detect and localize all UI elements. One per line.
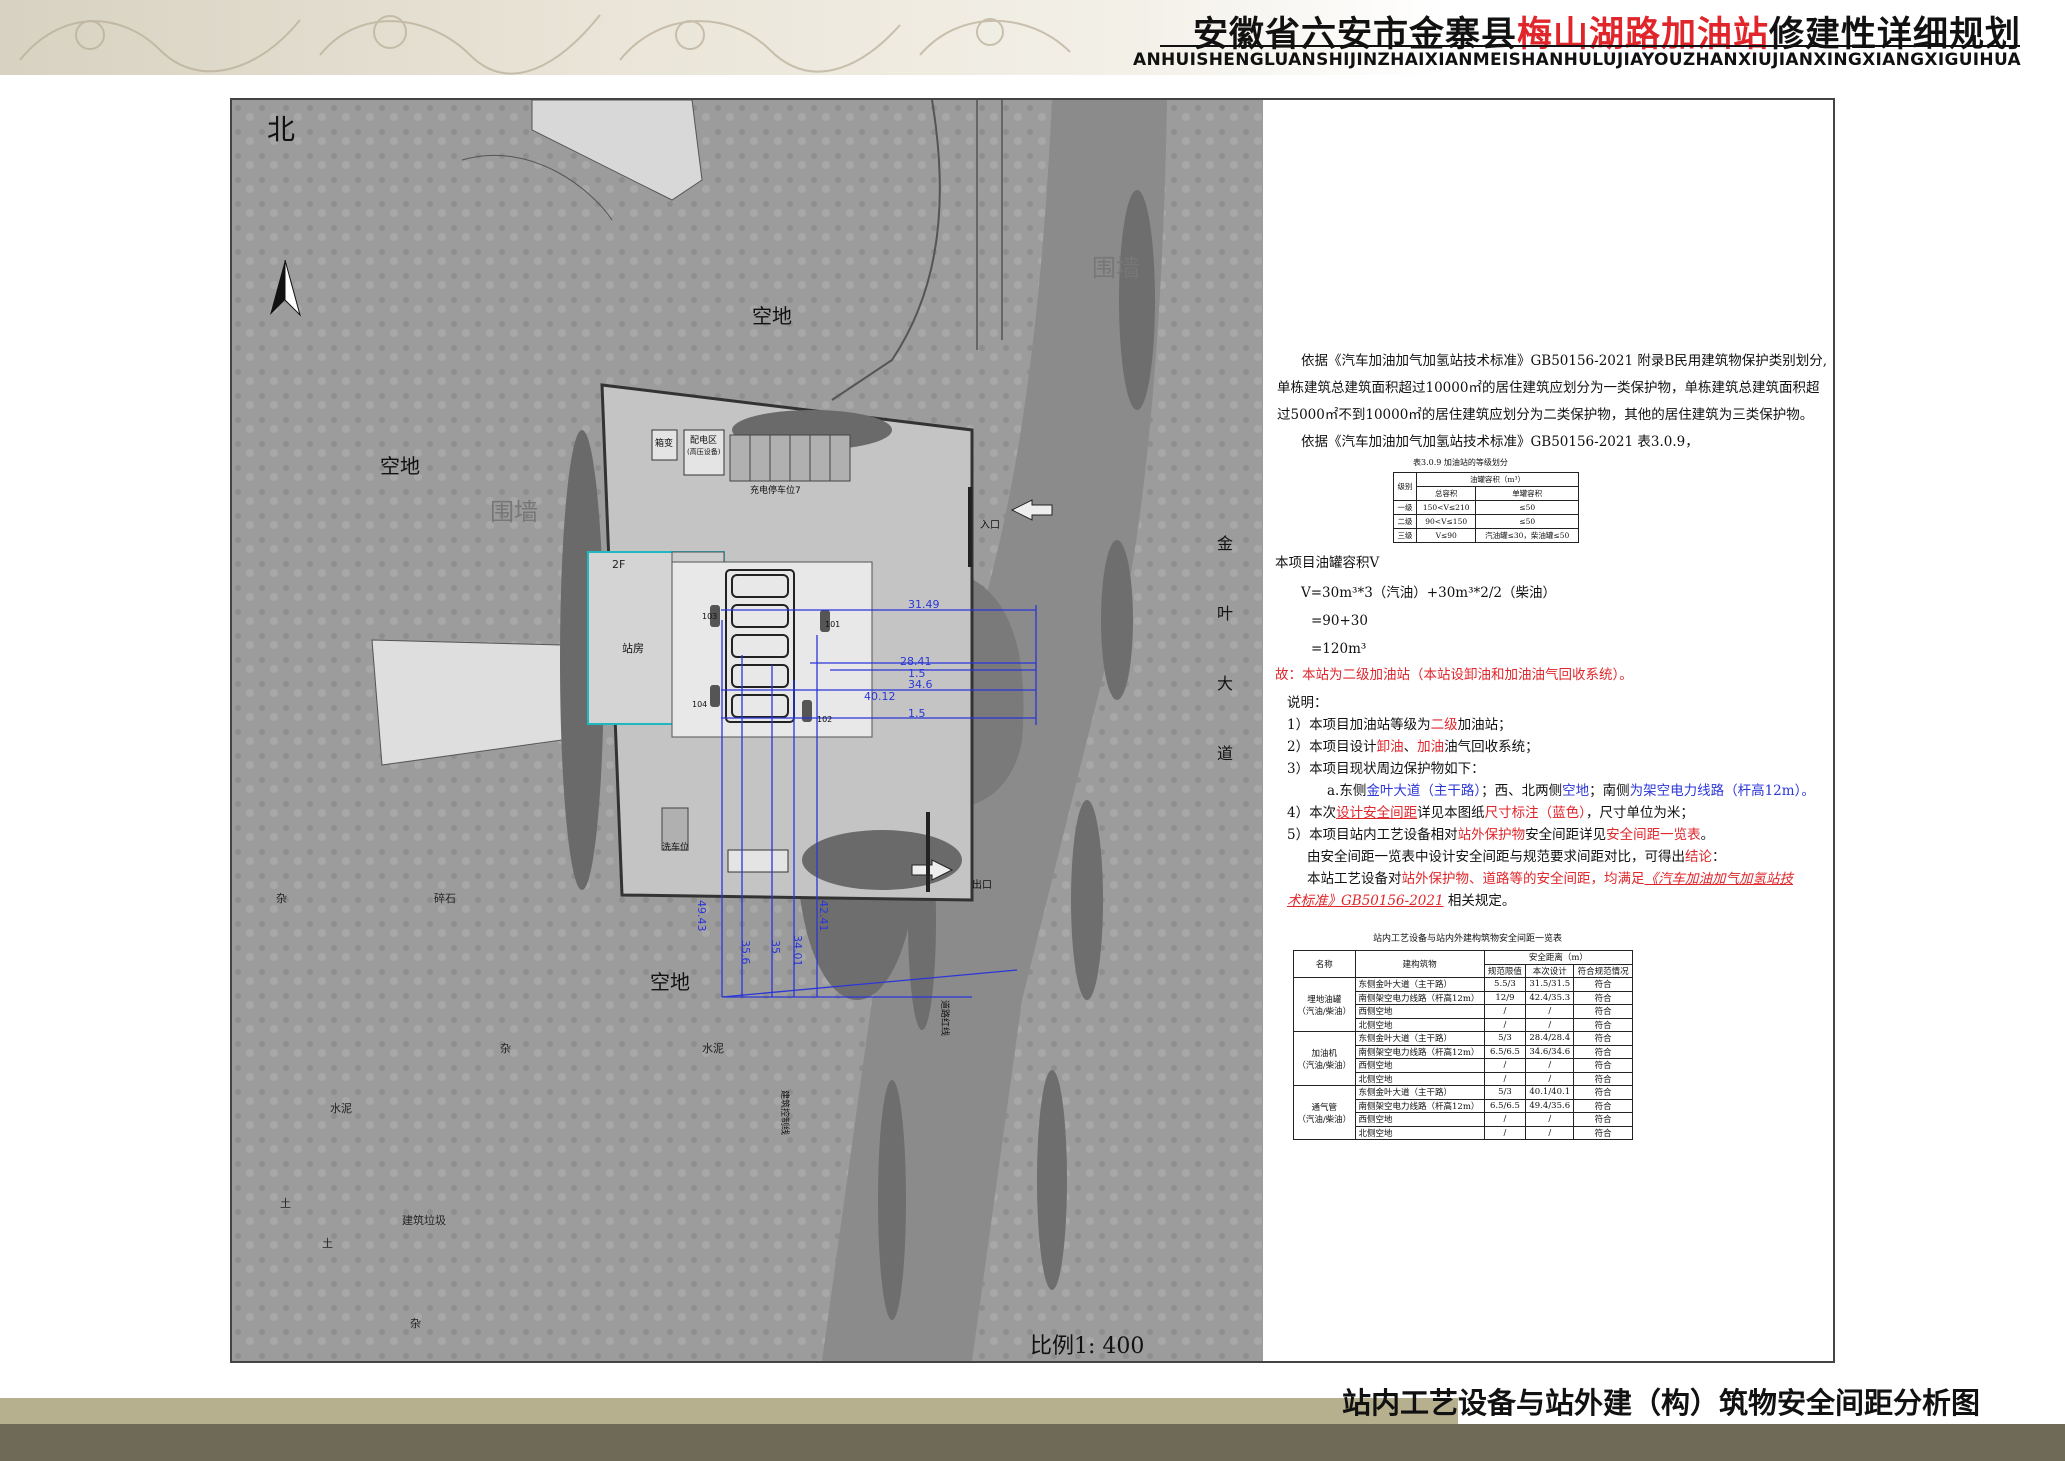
note-para1c: 过5000㎡不到10000㎡的居住建筑应划分为二类保护物，其他的居住建筑为三类保… bbox=[1277, 407, 1814, 423]
distance-table: 名称 建构筑物 安全距离（m） 规范限值 本次设计 符合规范情况 埋地油罐 （汽油… bbox=[1293, 950, 1634, 1140]
road-name-2: 叶 bbox=[1217, 604, 1234, 623]
label-construction-waste: 建筑垃圾 bbox=[402, 1214, 446, 1227]
formula-2: =90+30 bbox=[1311, 613, 1368, 629]
dist-th-building: 建构筑物 bbox=[1354, 950, 1485, 978]
site-plan-drawing bbox=[232, 100, 1263, 1361]
dim-5: 49.43 bbox=[695, 900, 708, 932]
label-cement-1: 水泥 bbox=[702, 1042, 724, 1055]
label-entry: 入口 bbox=[980, 520, 1000, 531]
road-name-4: 道 bbox=[1217, 744, 1234, 763]
conclusion: 故：本站为二级加油站（本站设卸油和加油油气回收系统）。 bbox=[1275, 667, 1633, 683]
label-charge-parking: 充电停车位7 bbox=[750, 486, 801, 496]
dim-11: 1.5 bbox=[908, 707, 926, 720]
dist-group-name: 通气管 （汽油/柴油） bbox=[1293, 1085, 1356, 1140]
formula-3: =120m³ bbox=[1311, 641, 1367, 657]
label-misc-2: 杂 bbox=[500, 1042, 511, 1055]
dim-1: 31.49 bbox=[908, 598, 940, 611]
label-build-line: 建筑控制线 bbox=[779, 1090, 789, 1136]
site-plan: 北 空地 空地 空地 围墙 围墙 碎石 水泥 水泥 建筑垃圾 杂 杂 杂 土 土… bbox=[230, 98, 1265, 1363]
label-empty-south: 空地 bbox=[650, 970, 690, 994]
dist-th-name: 名称 bbox=[1293, 950, 1356, 978]
formula-1: V=30m³*3（汽油）+30m³*2/2（柴油） bbox=[1301, 585, 1556, 601]
dist-th-spec: 规范限值 bbox=[1483, 963, 1527, 978]
road-name-1: 金 bbox=[1217, 534, 1234, 553]
label-soil-2: 土 bbox=[322, 1237, 333, 1250]
dist-th-ok: 符合规范情况 bbox=[1573, 963, 1633, 978]
dim-7: 35 bbox=[769, 940, 782, 954]
label-soil-1: 土 bbox=[280, 1197, 291, 1210]
header-band: 安徽省六安市金寨县梅山湖路加油站修建性详细规划 ANHUISHENGLUANSH… bbox=[0, 0, 2065, 75]
dispenser-102: 102 bbox=[817, 715, 833, 724]
title-divider bbox=[1160, 45, 2020, 47]
dist-group-name: 加油机 （汽油/柴油） bbox=[1293, 1031, 1356, 1086]
grade-row: 一级 150<V≤210 ≤50 bbox=[1393, 500, 1579, 515]
dispenser-104: 104 bbox=[692, 700, 708, 709]
grade-th-single: 单罐容积 bbox=[1475, 486, 1579, 501]
dispenser-101: 101 bbox=[825, 620, 841, 629]
label-empty-west: 空地 bbox=[380, 454, 420, 478]
notes-panel: 依据《汽车加油加气加氢站技术标准》GB50156-2021 附录B民用建筑物保护… bbox=[1263, 98, 1835, 1363]
explain-item-8: 术标准》GB50156-2021 相关规定。 bbox=[1287, 893, 1516, 909]
page-title-pinyin: ANHUISHENGLUANSHIJINZHAIXIANMEISHANHULUJ… bbox=[1132, 50, 2021, 70]
footer-band-light bbox=[0, 1398, 1458, 1424]
label-box-substation: 箱变 bbox=[655, 439, 674, 449]
tank-title: 本项目油罐容积V bbox=[1275, 555, 1380, 571]
label-wash: 洗车位 bbox=[662, 843, 690, 853]
grade-th-total: 总容积 bbox=[1415, 486, 1477, 501]
label-empty-north: 空地 bbox=[752, 304, 792, 328]
grade-table-title: 表3.0.9 加油站的等级划分 bbox=[1413, 458, 1508, 467]
grade-row: 二级 90<V≤150 ≤50 bbox=[1393, 514, 1579, 529]
label-wall-west: 围墙 bbox=[490, 498, 538, 526]
note-para1: 依据《汽车加油加气加氢站技术标准》GB50156-2021 附录B民用建筑物保护… bbox=[1301, 353, 1828, 369]
table-row: 通气管 （汽油/柴油） 东侧金叶大道（主干路） 5/3 40.1/40.1 符合 bbox=[1293, 1085, 1633, 1140]
header-ornament bbox=[19, 14, 1071, 75]
dim-4: 40.12 bbox=[864, 690, 896, 703]
north-label: 北 bbox=[267, 113, 296, 146]
label-misc-3: 杂 bbox=[410, 1317, 421, 1330]
label-floors: 2F bbox=[612, 558, 626, 571]
label-gravel: 碎石 bbox=[434, 892, 456, 905]
label-misc-1: 杂 bbox=[276, 892, 287, 905]
label-cement-2: 水泥 bbox=[330, 1102, 352, 1115]
dist-th-distance: 安全距离（m） bbox=[1483, 950, 1634, 965]
label-distribution: 配电区 bbox=[690, 436, 718, 446]
table-row: 加油机 （汽油/柴油） 东侧金叶大道（主干路） 5/3 28.4/28.4 符合 bbox=[1293, 1031, 1633, 1086]
dispenser-103: 103 bbox=[702, 612, 718, 621]
dist-group-name: 埋地油罐 （汽油/柴油） bbox=[1293, 977, 1356, 1032]
drawing-title: 站内工艺设备与站外建（构）筑物安全间距分析图 bbox=[1341, 1386, 1980, 1420]
label-road-line: 道路红线 bbox=[939, 1000, 949, 1037]
table-row: 埋地油罐 （汽油/柴油） 东侧金叶大道（主干路） 5.5/3 31.5/31.5 符合 bbox=[1293, 977, 1633, 1032]
note-para1b: 单栋建筑总建筑面积超过10000㎡的居住建筑应划分为一类保护物，单栋建筑总建筑面… bbox=[1277, 380, 1820, 396]
grade-table: 级别 油罐容积（m³） 总容积 单罐容积 一级 150<V≤210 ≤50 二级 90… bbox=[1393, 472, 1579, 543]
grade-row: 三级 V≤90 汽油罐≤30，柴油罐≤50 bbox=[1393, 528, 1579, 543]
label-wall-east: 围墙 bbox=[1092, 254, 1140, 282]
road-name-3: 大 bbox=[1217, 674, 1234, 693]
label-distribution-sub: (高压设备) bbox=[687, 448, 721, 456]
dist-table-title: 站内工艺设备与站内外建构筑物安全间距一览表 bbox=[1373, 934, 1563, 944]
label-exit: 出口 bbox=[972, 880, 992, 891]
dim-6: 35.6 bbox=[739, 940, 752, 965]
dim-9: 42.41 bbox=[817, 900, 830, 932]
scale-label: 比例1: 400 bbox=[1030, 1334, 1145, 1359]
dim-10: 1.5 bbox=[908, 667, 926, 680]
label-station-house: 站房 bbox=[622, 642, 644, 655]
grade-th-volume: 油罐容积（m³） bbox=[1416, 472, 1579, 487]
note-para2: 依据《汽车加油加气加氢站技术标准》GB50156-2021 表3.0.9， bbox=[1301, 434, 1699, 450]
dim-8: 34.01 bbox=[791, 935, 804, 967]
grade-th-level: 级别 bbox=[1393, 472, 1417, 501]
footer-band-dark bbox=[0, 1424, 2065, 1461]
dist-th-design: 本次设计 bbox=[1525, 963, 1575, 978]
